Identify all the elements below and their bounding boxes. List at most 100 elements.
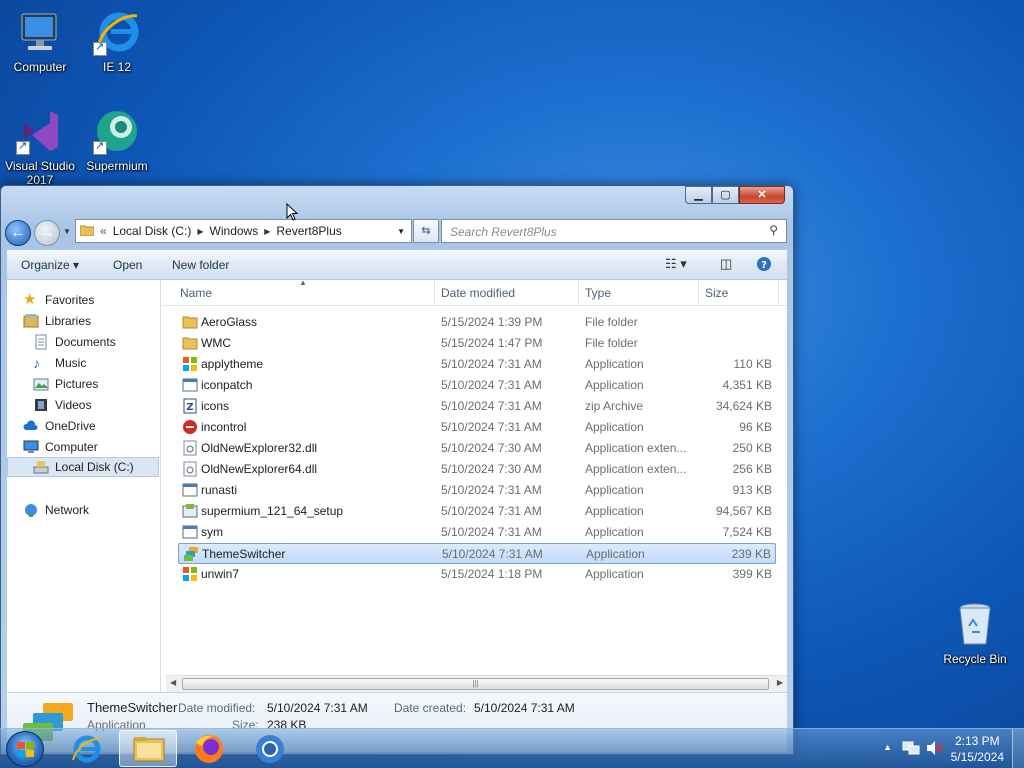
file-row[interactable]: OldNewExplorer64.dll 5/10/2024 7:30 AM App…	[178, 459, 776, 480]
chevron-right-icon[interactable]: ▶	[197, 227, 203, 236]
nav-item-onedrive[interactable]: OneDrive	[23, 416, 96, 436]
desktop-icon-ie[interactable]: IE 12	[77, 8, 157, 74]
help-icon[interactable]: ?	[756, 256, 772, 275]
file-row[interactable]: OldNewExplorer32.dll 5/10/2024 7:30 AM App…	[178, 438, 776, 459]
file-name: runasti	[201, 483, 238, 497]
application-icon	[182, 377, 198, 393]
show-desktop-button[interactable]	[1012, 729, 1024, 768]
nav-item-pictures[interactable]: Pictures	[33, 374, 98, 394]
search-icon[interactable]: ⚲	[769, 223, 778, 237]
file-type: zip Archive	[585, 399, 644, 413]
scroll-right-icon[interactable]: ▶	[777, 678, 783, 687]
file-type: Application	[585, 357, 644, 371]
windows-app-icon	[182, 356, 198, 372]
column-name[interactable]: Name	[180, 286, 212, 300]
nav-label: Videos	[55, 398, 92, 412]
internet-explorer-icon	[93, 8, 141, 56]
breadcrumb-overflow[interactable]: «	[100, 224, 107, 238]
file-type: Application	[585, 567, 644, 581]
column-divider[interactable]	[578, 280, 579, 306]
file-name: iconpatch	[201, 378, 253, 392]
file-row[interactable]: AeroGlass 5/15/2024 1:39 PM File folder	[178, 312, 776, 333]
system-clock[interactable]: 2:13 PM 5/15/2024	[951, 733, 1004, 765]
scrollbar-thumb[interactable]: |||	[182, 678, 769, 690]
breadcrumb-revert8plus[interactable]: Revert8Plus	[276, 224, 341, 238]
nav-item-documents[interactable]: Documents	[33, 332, 116, 352]
refresh-button[interactable]: ⇆	[413, 219, 439, 243]
file-row[interactable]: sym 5/10/2024 7:31 AM Application 7,524 KB	[178, 522, 776, 543]
taskbar-ie-button[interactable]	[58, 730, 116, 767]
column-divider[interactable]	[434, 280, 435, 306]
desktop-icon-label: Supermium	[86, 159, 148, 173]
tray-overflow-button[interactable]: ▲	[883, 742, 892, 752]
file-size: 110 KB	[733, 357, 772, 371]
taskbar-chrome-button[interactable]	[241, 730, 299, 767]
breadcrumb-windows[interactable]: Windows	[210, 224, 259, 238]
search-input[interactable]: Search Revert8Plus ⚲	[441, 219, 787, 243]
chevron-down-icon[interactable]: ▼	[397, 227, 405, 236]
organize-button[interactable]: Organize ▾	[21, 258, 79, 272]
column-size[interactable]: Size	[705, 286, 728, 300]
file-row[interactable]: runasti 5/10/2024 7:31 AM Application 913 K…	[178, 480, 776, 501]
nav-item-local-disk[interactable]: Local Disk (C:)	[7, 457, 159, 477]
desktop-icon-recycle-bin[interactable]: Recycle Bin	[935, 600, 1015, 666]
desktop-icon-computer[interactable]: Computer	[0, 8, 80, 74]
nav-label: Local Disk (C:)	[55, 460, 134, 474]
file-row[interactable]: applytheme 5/10/2024 7:31 AM Application 11…	[178, 354, 776, 375]
new-folder-button[interactable]: New folder	[172, 258, 229, 272]
file-name: applytheme	[201, 357, 264, 371]
maximize-button[interactable]: ▢	[712, 186, 739, 204]
taskbar-firefox-button[interactable]	[180, 730, 238, 767]
column-type[interactable]: Type	[585, 286, 611, 300]
music-icon: ♪	[33, 355, 40, 371]
file-name: AeroGlass	[201, 315, 258, 329]
network-status-icon[interactable]	[902, 740, 920, 759]
close-button[interactable]: ✕	[739, 186, 785, 204]
folder-icon	[182, 335, 198, 351]
nav-label: Pictures	[55, 377, 99, 391]
horizontal-scrollbar[interactable]: ◀ ||| ▶	[166, 675, 787, 692]
minimize-button[interactable]: ▁	[685, 186, 712, 204]
file-row[interactable]: WMC 5/15/2024 1:47 PM File folder	[178, 333, 776, 354]
file-date-modified: 5/10/2024 7:31 AM	[441, 357, 542, 371]
nav-item-computer[interactable]: Computer	[23, 437, 98, 457]
file-row[interactable]: unwin7 5/15/2024 1:18 PM Application 399 KB	[178, 564, 776, 585]
column-date-modified[interactable]: Date modified	[441, 286, 515, 300]
volume-muted-icon[interactable]	[926, 740, 944, 759]
open-button[interactable]: Open	[113, 258, 142, 272]
arrow-left-icon: ←	[10, 224, 26, 241]
details-date-created: 5/10/2024 7:31 AM	[474, 701, 575, 715]
file-row[interactable]: iconpatch 5/10/2024 7:31 AM Application 4,3…	[178, 375, 776, 396]
browser-icon	[256, 735, 284, 763]
folder-icon	[182, 314, 198, 330]
nav-item-libraries[interactable]: Libraries	[23, 311, 91, 331]
file-row[interactable]: ThemeSwitcher 5/10/2024 7:31 AM Applicatio…	[178, 543, 776, 564]
address-bar[interactable]: « Local Disk (C:) ▶ Windows ▶ Revert8Plu…	[75, 219, 412, 243]
file-size: 250 KB	[732, 441, 772, 455]
start-button[interactable]	[6, 731, 44, 767]
forward-button[interactable]: →	[34, 220, 60, 246]
file-name: OldNewExplorer64.dll	[201, 462, 318, 476]
chevron-right-icon[interactable]: ▶	[264, 227, 270, 236]
scroll-left-icon[interactable]: ◀	[170, 678, 176, 687]
file-date-modified: 5/10/2024 7:31 AM	[441, 399, 542, 413]
back-button[interactable]: ←	[5, 220, 31, 246]
recent-pages-dropdown[interactable]: ▼	[63, 227, 71, 236]
breadcrumb-local-disk[interactable]: Local Disk (C:)	[113, 224, 192, 238]
column-divider[interactable]	[778, 280, 779, 306]
column-divider[interactable]	[698, 280, 699, 306]
desktop-icon-supermium[interactable]: Supermium	[77, 107, 157, 173]
nav-item-favorites[interactable]: ★ Favorites	[23, 290, 94, 310]
file-row[interactable]: Zicons 5/10/2024 7:31 AM zip Archive 34,624…	[178, 396, 776, 417]
file-row[interactable]: supermium_121_64_setup 5/10/2024 7:31 AM A…	[178, 501, 776, 522]
view-options-icon[interactable]: ☷ ▾	[665, 256, 687, 272]
preview-pane-icon[interactable]: ◫	[720, 256, 732, 272]
nav-label: Libraries	[45, 314, 92, 328]
taskbar-explorer-button[interactable]	[119, 730, 177, 767]
nav-item-music[interactable]: ♪ Music	[33, 353, 86, 373]
nav-item-network[interactable]: Network	[23, 500, 89, 520]
nav-item-videos[interactable]: Videos	[33, 395, 91, 415]
recycle-bin-icon	[951, 600, 999, 648]
file-row[interactable]: incontrol 5/10/2024 7:31 AM Application 96 …	[178, 417, 776, 438]
desktop-icon-visual-studio[interactable]: Visual Studio 2017	[0, 107, 80, 187]
